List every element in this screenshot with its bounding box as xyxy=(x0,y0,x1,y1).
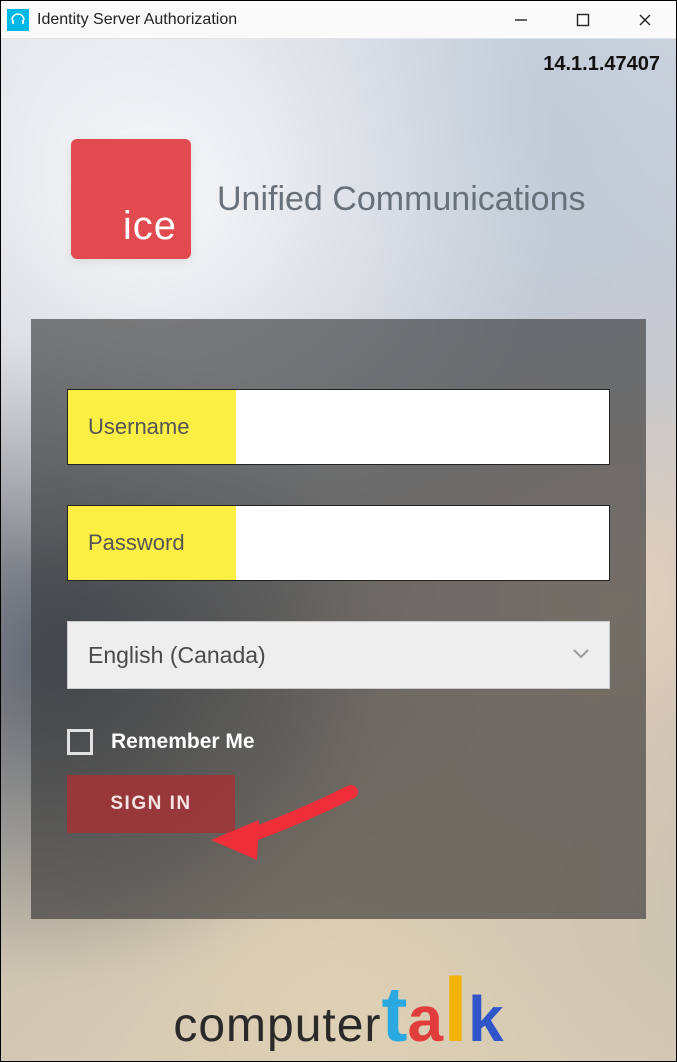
username-input[interactable] xyxy=(236,390,609,464)
window-titlebar: Identity Server Authorization xyxy=(1,1,676,39)
window-title: Identity Server Authorization xyxy=(37,11,237,29)
login-panel: Username Password English (Canada) Remem… xyxy=(31,319,646,919)
window-minimize-button[interactable] xyxy=(490,1,552,39)
username-label: Username xyxy=(68,390,236,464)
app-icon xyxy=(7,9,29,31)
footer-letter-a: a xyxy=(407,991,443,1049)
window-close-button[interactable] xyxy=(614,1,676,39)
sign-in-button[interactable]: SIGN IN xyxy=(67,775,235,833)
brand-row: ice Unified Communications xyxy=(71,139,586,259)
footer-letter-l: l xyxy=(443,973,468,1050)
password-label: Password xyxy=(68,506,236,580)
username-field[interactable]: Username xyxy=(67,389,610,465)
remember-me-checkbox[interactable] xyxy=(67,729,93,755)
footer-letter-t: t xyxy=(381,979,407,1049)
brand-logo: ice xyxy=(71,139,191,259)
footer-letter-k: k xyxy=(468,991,504,1049)
chevron-down-icon xyxy=(573,646,589,664)
remember-me-label: Remember Me xyxy=(111,730,255,754)
window-maximize-button[interactable] xyxy=(552,1,614,39)
footer-word-computer: computer xyxy=(173,998,381,1053)
brand-logo-text: ice xyxy=(123,204,177,249)
language-select[interactable]: English (Canada) xyxy=(67,621,610,689)
language-selected-text: English (Canada) xyxy=(88,642,266,669)
footer-logo: computer t a l k xyxy=(1,973,676,1053)
version-label: 14.1.1.47407 xyxy=(543,53,660,76)
password-field[interactable]: Password xyxy=(67,505,610,581)
remember-me-row: Remember Me xyxy=(67,729,610,755)
password-input[interactable] xyxy=(236,506,609,580)
brand-title: Unified Communications xyxy=(217,180,586,219)
